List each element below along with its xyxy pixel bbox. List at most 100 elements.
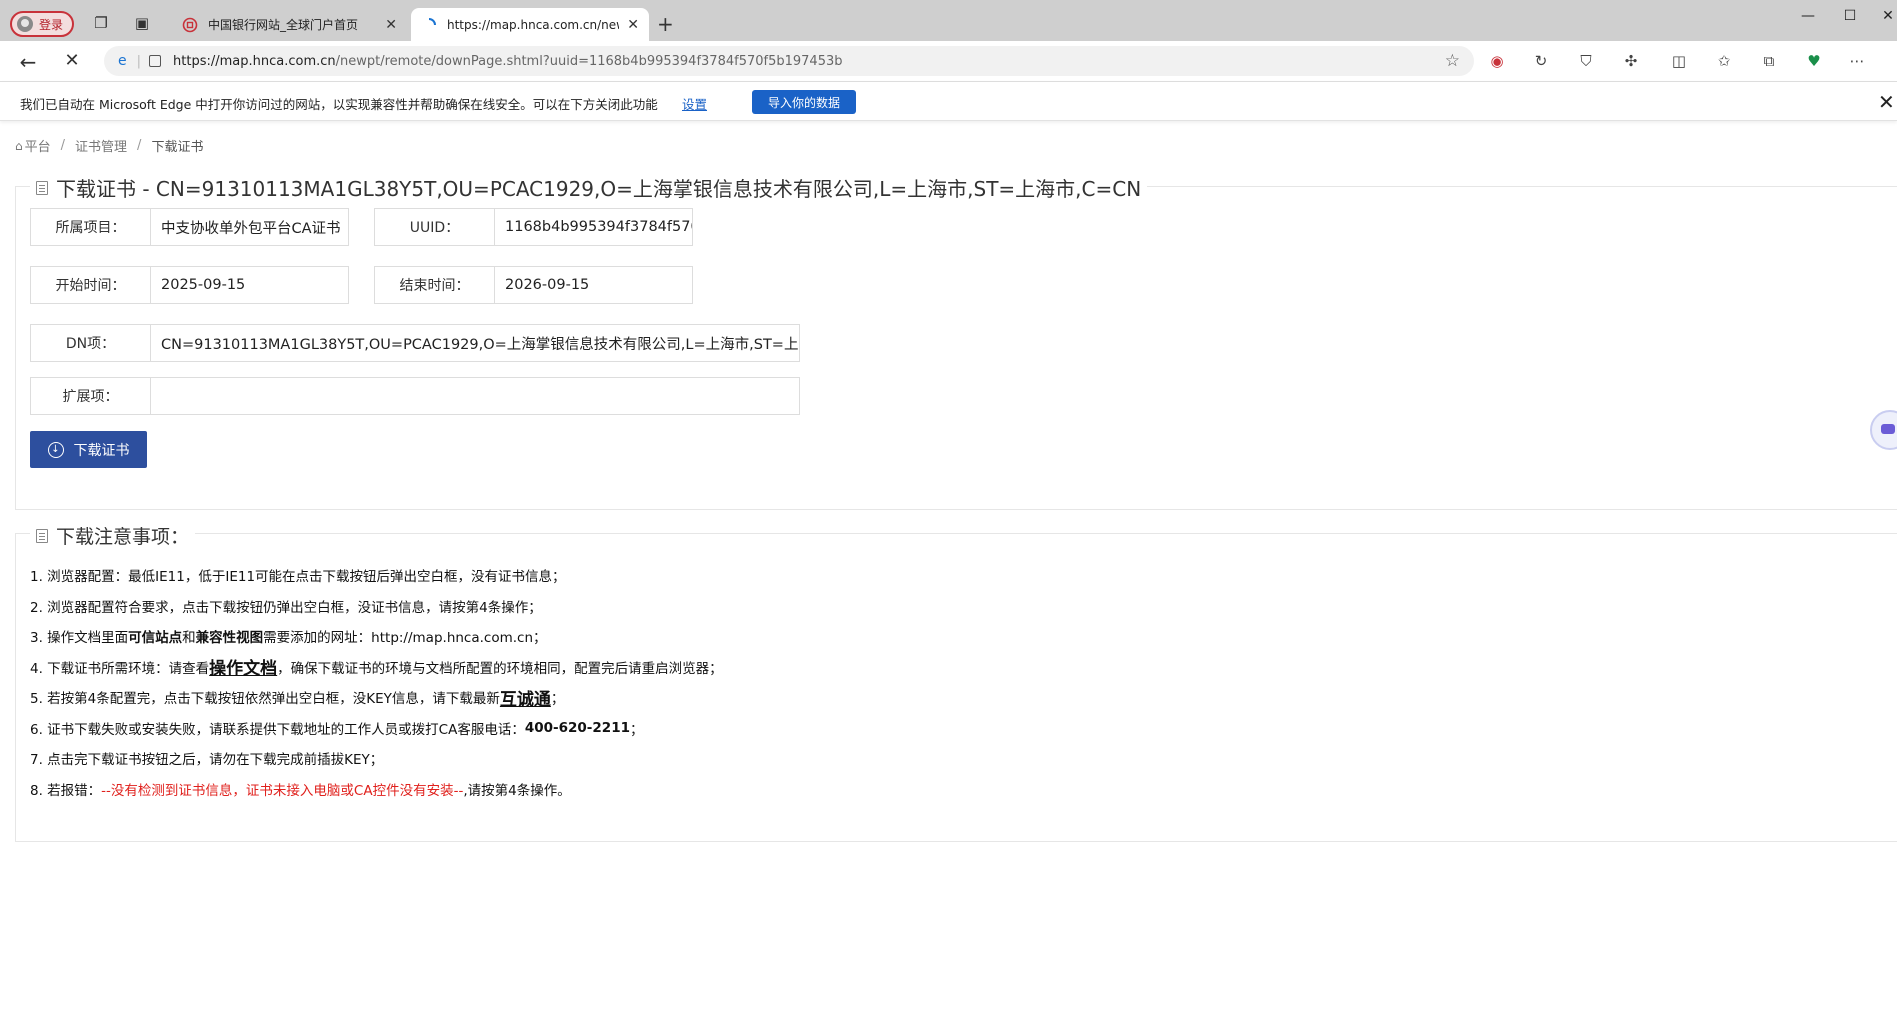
- boc-favicon-icon: [182, 17, 198, 32]
- note-text: 1. 浏览器配置：最低IE11，低于IE11可能在点击下载按钮后弹出空白框，没有…: [30, 569, 566, 586]
- cert-title: 下载证书 - CN=91310113MA1GL38Y5T,OU=PCAC1929…: [30, 173, 1148, 202]
- document-icon: [36, 180, 48, 195]
- vertical-tabs-icon[interactable]: ▣: [131, 12, 153, 34]
- note-text: 6. 证书下载失败或安装失败，请联系提供下载地址的工作人员或拨打CA客服电话：: [30, 721, 525, 738]
- note-text: 3. 操作文档里面: [30, 630, 129, 647]
- tab-hnca[interactable]: https://map.hnca.com.cn/newpt/ ✕: [411, 8, 649, 41]
- infobar-settings-link[interactable]: 设置: [682, 94, 707, 113]
- profile-button[interactable]: 登录: [10, 11, 74, 37]
- infobar-close-icon[interactable]: ✕: [1878, 90, 1895, 114]
- operation-doc-link[interactable]: 操作文档: [209, 654, 277, 679]
- shield-icon[interactable]: ⛉: [1575, 50, 1597, 72]
- minimize-icon[interactable]: —: [1797, 8, 1819, 24]
- note-text: ，确保下载证书的环境与文档所配置的环境相同，配置完后请重启浏览器；: [277, 660, 723, 677]
- error-message-text: --没有检测到证书信息，证书未接入电脑或CA控件没有安装--: [101, 782, 464, 799]
- note-text: 需要添加的网址：http://map.hnca.com.cn；: [263, 630, 547, 647]
- window-close-icon[interactable]: ✕: [1877, 8, 1897, 24]
- loading-spinner-icon: [428, 17, 436, 25]
- breadcrumb-platform[interactable]: 平台: [25, 136, 51, 155]
- address-separator: |: [136, 53, 142, 69]
- new-tab-icon[interactable]: +: [657, 12, 674, 36]
- hcl-download-link[interactable]: 互诚通: [500, 685, 551, 710]
- download-cert-button[interactable]: ↓ 下载证书: [30, 431, 147, 468]
- browser-essentials-icon[interactable]: ♥: [1803, 50, 1825, 72]
- download-icon: ↓: [47, 441, 64, 458]
- address-bar[interactable]: e | https://map.hnca.com.cn/newpt/remote…: [104, 46, 1474, 76]
- more-menu-icon[interactable]: ⋯: [1846, 50, 1868, 72]
- start-time-label: 开始时间：: [31, 267, 151, 303]
- stop-loading-icon[interactable]: ✕: [60, 50, 84, 71]
- extension-field: 扩展项：: [30, 377, 800, 415]
- note-text: 8. 若报错：: [30, 782, 102, 799]
- import-data-button[interactable]: 导入你的数据: [752, 90, 856, 114]
- cert-title-text: 下载证书 - CN=91310113MA1GL38Y5T,OU=PCAC1929…: [56, 177, 1142, 201]
- url-path: /newpt/remote/downPage.shtml?uuid=1168b4…: [335, 53, 843, 69]
- breadcrumb-cert-management[interactable]: 证书管理: [75, 136, 127, 155]
- note-item: 4. 下载证书所需环境：请查看 操作文档 ，确保下载证书的环境与文档所配置的环境相同…: [30, 652, 723, 683]
- notes-title: 下载注意事项：: [30, 522, 196, 549]
- maximize-icon[interactable]: ☐: [1839, 8, 1861, 24]
- extension-label: 扩展项：: [31, 378, 151, 414]
- back-icon[interactable]: ←: [16, 50, 40, 74]
- profile-label: 登录: [39, 17, 64, 32]
- end-time-value: 2026-09-15: [505, 277, 590, 293]
- breadcrumb-separator: /: [60, 138, 66, 153]
- note-item: 7. 点击完下载证书按钮之后，请勿在下载完成前插拔KEY；: [30, 743, 723, 774]
- note-text: 和: [182, 630, 196, 647]
- compatibility-infobar: 我们已自动在 Microsoft Edge 中打开你访问过的网站，以实现兼容性并…: [0, 81, 1897, 121]
- end-time-field: 结束时间： 2026-09-15: [374, 266, 693, 304]
- uuid-label: UUID：: [375, 209, 495, 245]
- dn-value: CN=91310113MA1GL38Y5T,OU=PCAC1929,O=上海掌银…: [161, 336, 799, 353]
- tab-title: https://map.hnca.com.cn/newpt/: [447, 17, 619, 32]
- note-item: 2. 浏览器配置符合要求，点击下载按钮仍弹出空白框，没证书信息，请按第4条操作；: [30, 591, 723, 622]
- note-item: 6. 证书下载失败或安装失败，请联系提供下载地址的工作人员或拨打CA客服电话： 4…: [30, 713, 723, 744]
- trusted-sites-text: 可信站点: [128, 630, 183, 647]
- home-icon: ⌂: [15, 138, 23, 153]
- ie-mode-icon[interactable]: e: [118, 53, 127, 69]
- notes-title-text: 下载注意事项：: [56, 526, 190, 548]
- compat-view-text: 兼容性视图: [195, 630, 264, 647]
- notes-list: 1. 浏览器配置：最低IE11，低于IE11可能在点击下载按钮后弹出空白框，没有…: [30, 560, 723, 804]
- workspaces-icon[interactable]: ❐: [90, 12, 112, 34]
- breadcrumb: ⌂ 平台 / 证书管理 / 下载证书: [15, 136, 203, 155]
- site-info-icon[interactable]: [149, 55, 162, 67]
- note-text: 7. 点击完下载证书按钮之后，请勿在下载完成前插拔KEY；: [30, 752, 384, 769]
- split-screen-icon[interactable]: ◫: [1668, 50, 1690, 72]
- note-text: 4. 下载证书所需环境：请查看: [30, 660, 210, 677]
- project-label: 所属项目：: [31, 209, 151, 245]
- note-item: 5. 若按第4条配置完，点击下载按钮依然弹出空白框，没KEY信息，请下载最新 互诚…: [30, 682, 723, 713]
- tab-close-icon[interactable]: ✕: [627, 17, 639, 33]
- note-text: ,请按第4条操作。: [463, 782, 571, 799]
- note-item: 3. 操作文档里面 可信站点和兼容性视图 需要添加的网址：http://map.hn…: [30, 621, 723, 652]
- end-time-label: 结束时间：: [375, 267, 495, 303]
- dn-field: DN项： CN=91310113MA1GL38Y5T,OU=PCAC1929,O…: [30, 324, 800, 362]
- extension-red-icon[interactable]: ◉: [1486, 50, 1508, 72]
- note-text: ；: [550, 691, 565, 708]
- note-item: 1. 浏览器配置：最低IE11，低于IE11可能在点击下载按钮后弹出空白框，没有…: [30, 560, 723, 591]
- note-text: ；: [629, 721, 644, 738]
- service-phone: 400-620-2211: [524, 719, 630, 736]
- tab-title: 中国银行网站_全球门户首页: [208, 18, 359, 32]
- note-text: 2. 浏览器配置符合要求，点击下载按钮仍弹出空白框，没证书信息，请按第4条操作；: [30, 599, 542, 616]
- url-host: https://map.hnca.com.cn: [173, 53, 336, 69]
- extensions-puzzle-icon[interactable]: ✣: [1620, 50, 1642, 72]
- extension-value: [151, 378, 799, 414]
- document-icon: [36, 528, 48, 543]
- uuid-field: UUID： 1168b4b995394f3784f570f5: [374, 208, 693, 246]
- start-time-value: 2025-09-15: [161, 277, 246, 293]
- breadcrumb-current: 下载证书: [151, 140, 204, 155]
- favorite-star-icon[interactable]: ☆: [1445, 51, 1460, 71]
- browser-toolbar: ← ✕ e | https://map.hnca.com.cn/newpt/re…: [0, 41, 1897, 81]
- dn-label: DN项：: [31, 325, 151, 361]
- avatar-icon: [17, 16, 33, 32]
- infobar-message: 我们已自动在 Microsoft Edge 中打开你访问过的网站，以实现兼容性并…: [20, 97, 658, 112]
- extension-refresh-icon[interactable]: ↻: [1530, 50, 1552, 72]
- favorites-icon[interactable]: ✩: [1713, 50, 1735, 72]
- project-field: 所属项目： 中支协收单外包平台CA证书: [30, 208, 349, 246]
- note-item: 8. 若报错： --没有检测到证书信息，证书未接入电脑或CA控件没有安装-- ,请按…: [30, 774, 723, 805]
- start-time-field: 开始时间： 2025-09-15: [30, 266, 349, 304]
- tab-close-icon[interactable]: ✕: [385, 17, 397, 33]
- collections-icon[interactable]: ⧉: [1758, 50, 1780, 72]
- uuid-value: 1168b4b995394f3784f570f5: [505, 219, 692, 235]
- tab-boc[interactable]: 中国银行网站_全球门户首页 ✕: [172, 8, 407, 41]
